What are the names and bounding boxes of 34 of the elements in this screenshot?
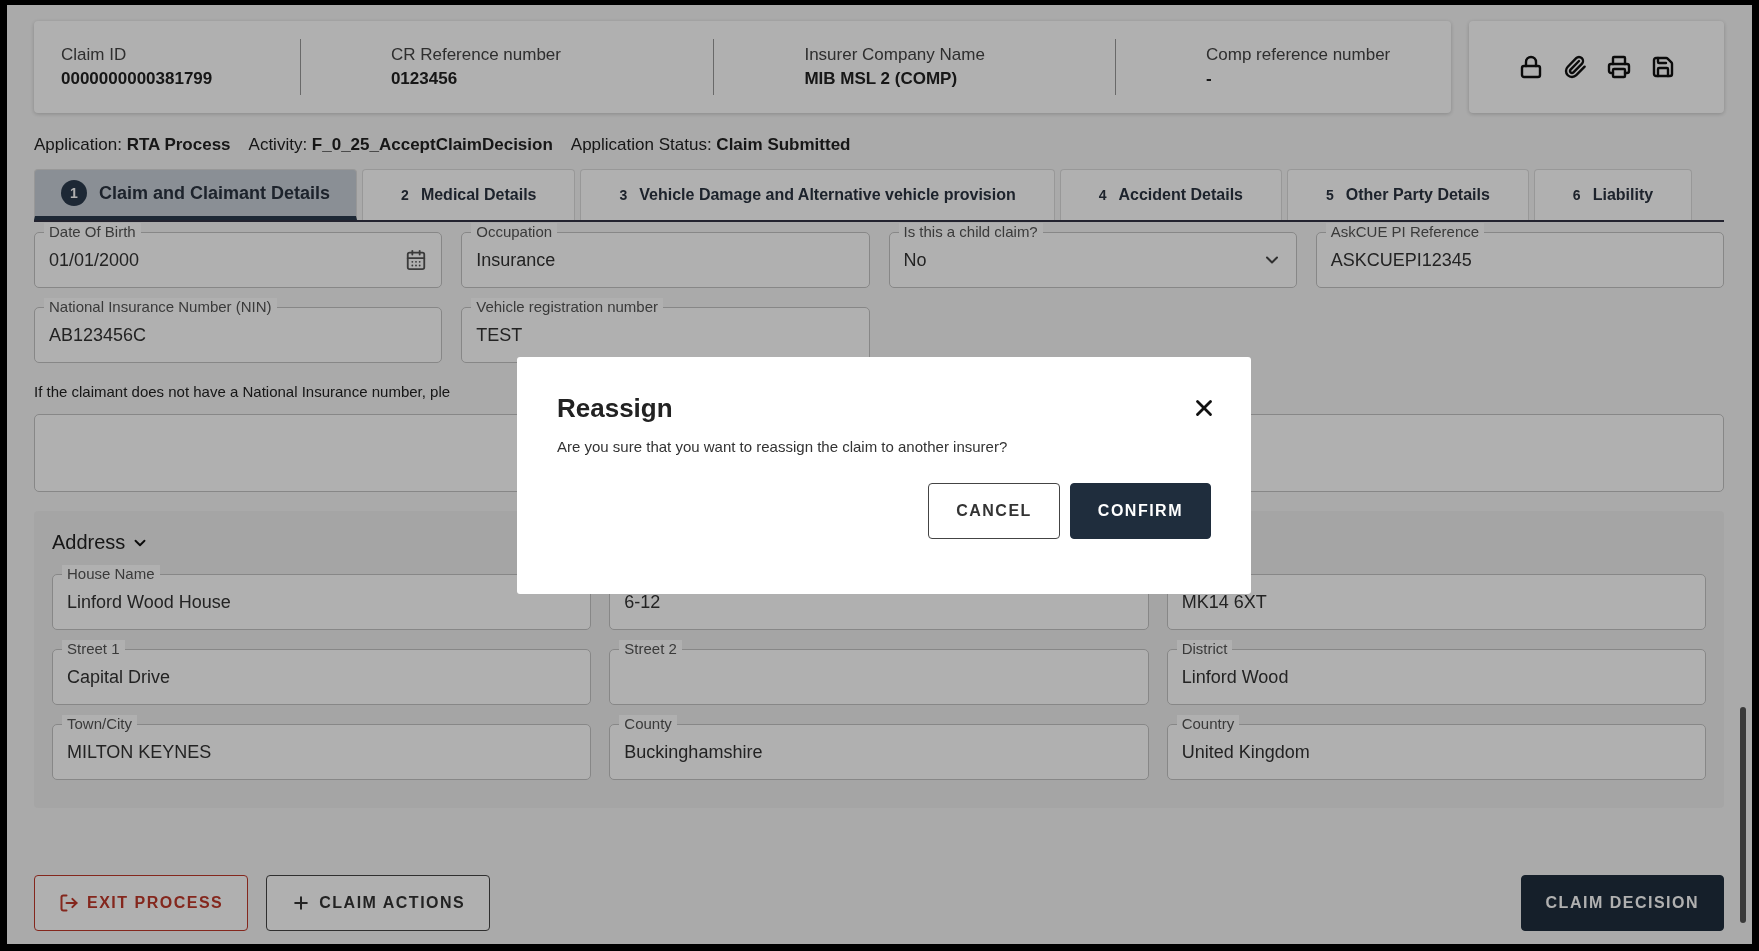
field-label: Country bbox=[1176, 715, 1240, 733]
status-text: Application: RTA Process bbox=[34, 135, 231, 155]
status-text: Application Status: Claim Submitted bbox=[570, 135, 851, 155]
field-value: 01/01/2000 bbox=[49, 249, 140, 271]
field-value: Capital Drive bbox=[67, 666, 171, 688]
summary-label: Insurer Company Name bbox=[804, 45, 986, 65]
dialog-message: Are you sure that you want to reassign the claim to another insurer? bbox=[557, 438, 1009, 455]
field-label: County bbox=[619, 715, 677, 733]
summary-value: MIB MSL 2 (COMP) bbox=[804, 69, 959, 89]
field-value: Linford Wood House bbox=[67, 591, 231, 613]
field-label: Occupation bbox=[471, 223, 558, 241]
field-value: United Kingdom bbox=[1181, 741, 1310, 763]
field-value: MILTON KEYNES bbox=[67, 741, 212, 763]
summary-value: - bbox=[1206, 69, 1213, 89]
summary-value: 0123456 bbox=[390, 69, 459, 89]
summary-label: Claim ID bbox=[61, 45, 128, 65]
summary-label: CR Reference number bbox=[390, 45, 562, 65]
dialog-title: Reassign bbox=[557, 393, 673, 424]
summary-label: Comp reference number bbox=[1206, 45, 1392, 65]
status-text: Activity: F_0_25_AcceptClaimDecision bbox=[248, 135, 553, 155]
field-value: MK14 6XT bbox=[1181, 591, 1267, 613]
field-label: Town/City bbox=[62, 715, 138, 733]
helper-text: If the claimant does not have a National Insurance number, ple bbox=[34, 383, 451, 402]
field-value: ASKCUEPI12345 bbox=[1330, 249, 1472, 271]
field-value: AB123456C bbox=[49, 324, 147, 346]
field-value: TEST bbox=[476, 324, 523, 346]
field-value: 6-12 bbox=[624, 591, 661, 613]
field-value: No bbox=[903, 249, 927, 271]
summary-value: 0000000000381799 bbox=[61, 69, 214, 89]
field-value: Insurance bbox=[476, 249, 556, 271]
field-label: Vehicle registration number bbox=[471, 298, 663, 316]
field-label: National Insurance Number (NIN) bbox=[44, 298, 277, 316]
field-value: Buckinghamshire bbox=[624, 741, 763, 763]
field-value: Linford Wood bbox=[1181, 666, 1289, 688]
